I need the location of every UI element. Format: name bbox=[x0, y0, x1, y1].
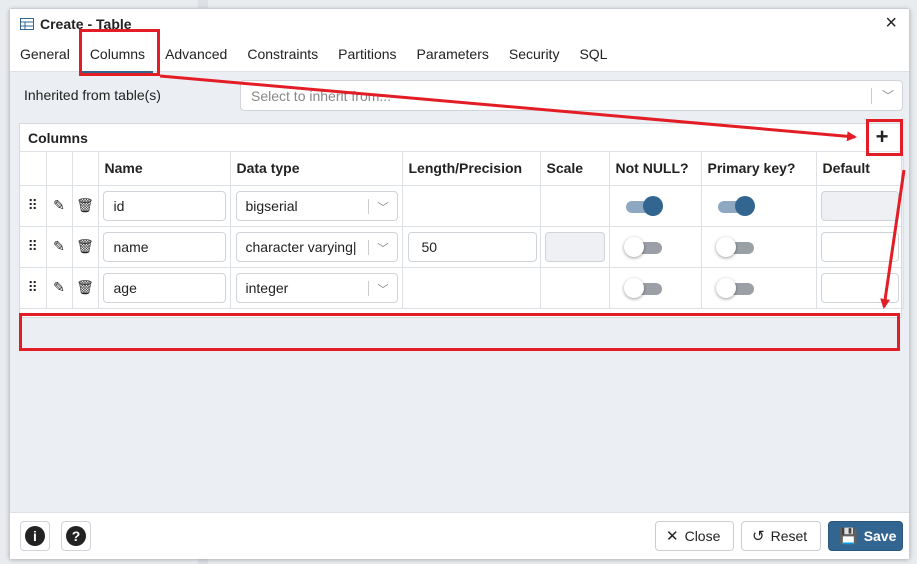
arrow-to-new-row bbox=[880, 169, 906, 309]
arrow-to-add-button bbox=[159, 74, 857, 142]
annotation-arrows bbox=[159, 74, 906, 309]
